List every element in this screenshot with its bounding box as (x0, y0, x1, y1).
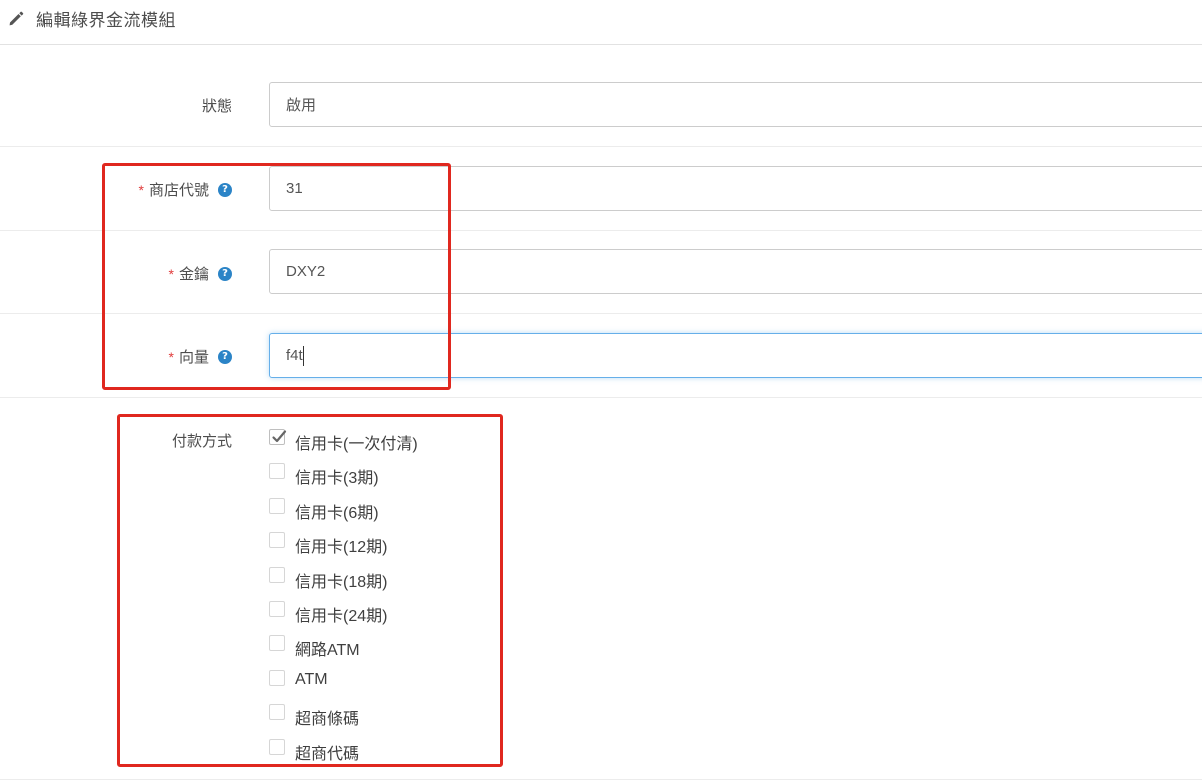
row-divider (0, 397, 1202, 398)
page-title: 編輯綠界金流模組 (36, 11, 176, 30)
payment-option[interactable]: 超商條碼 (269, 702, 418, 736)
checkbox[interactable] (269, 669, 285, 686)
required-mark: * (168, 265, 174, 282)
required-mark: * (138, 181, 144, 198)
checkbox[interactable] (269, 497, 285, 514)
required-mark: * (168, 348, 174, 365)
text-caret (302, 345, 304, 366)
payment-option-label: 信用卡(18期) (295, 573, 388, 591)
checkbox[interactable] (269, 635, 285, 652)
merchant-id-input[interactable]: 31 (269, 166, 1202, 211)
row-divider (0, 230, 1202, 231)
payment-option[interactable]: 信用卡(一次付清) (269, 427, 418, 461)
edit-ecpay-module-page: 編輯綠界金流模組 狀態 啟用 * 商店代號 ? 31 * 金鑰 ? DXY2 *… (0, 0, 1202, 782)
row-divider (0, 146, 1202, 147)
payment-option-label: 信用卡(24期) (295, 607, 388, 625)
payment-option-label: 信用卡(3期) (295, 470, 379, 488)
merchant-id-label: * 商店代號 ? (139, 179, 232, 200)
payment-option[interactable]: 網路ATM (269, 633, 418, 667)
question-circle-icon[interactable]: ? (218, 349, 232, 364)
row-divider (0, 779, 1202, 780)
payment-option[interactable]: 信用卡(6期) (269, 496, 418, 530)
checkmark-icon (272, 430, 287, 443)
payment-option[interactable]: 超商代碼 (269, 737, 418, 771)
checkbox[interactable] (269, 566, 285, 583)
merchant-id-value: 31 (286, 180, 303, 197)
hash-iv-input[interactable]: f4t (269, 333, 1202, 378)
hash-iv-value: f4t (286, 347, 303, 364)
hash-key-label: * 金鑰 ? (169, 263, 232, 284)
checkbox[interactable] (269, 463, 285, 480)
checkbox[interactable] (269, 429, 287, 445)
hash-iv-label: * 向量 ? (169, 346, 232, 367)
payment-option-label: 信用卡(一次付清) (295, 436, 418, 453)
status-value: 啟用 (286, 97, 317, 114)
question-circle-icon[interactable]: ? (218, 266, 232, 281)
payment-option[interactable]: 信用卡(24期) (269, 599, 418, 633)
payment-option[interactable]: 信用卡(18期) (269, 565, 418, 599)
row-divider (0, 313, 1202, 314)
payment-methods-label: 付款方式 (171, 433, 232, 450)
checkbox[interactable] (269, 600, 285, 617)
payment-option-label: 信用卡(6期) (295, 504, 379, 522)
hash-key-value: DXY2 (286, 263, 326, 280)
payment-option[interactable]: 信用卡(3期) (269, 461, 418, 495)
payment-option-label: 超商代碼 (295, 745, 360, 763)
status-label: 狀態 (201, 98, 232, 115)
payment-option-label: ATM (295, 670, 328, 688)
pencil-icon (7, 9, 25, 27)
payment-option-label: 網路ATM (295, 642, 360, 660)
payment-option-label: 超商條碼 (295, 711, 360, 729)
status-select[interactable]: 啟用 (269, 82, 1202, 127)
payment-option-label: 信用卡(12期) (295, 539, 388, 557)
question-circle-icon[interactable]: ? (218, 182, 232, 197)
hash-key-input[interactable]: DXY2 (269, 249, 1202, 294)
payment-methods-list: 信用卡(一次付清) 信用卡(3期) 信用卡(6期) 信用卡(12期) 信用卡(18期) 信… (269, 427, 418, 771)
checkbox[interactable] (269, 532, 285, 549)
checkbox[interactable] (269, 704, 285, 721)
panel-heading: 編輯綠界金流模組 (0, 0, 1202, 45)
checkbox[interactable] (269, 738, 285, 755)
payment-option[interactable]: ATM (269, 668, 418, 702)
payment-option[interactable]: 信用卡(12期) (269, 530, 418, 564)
